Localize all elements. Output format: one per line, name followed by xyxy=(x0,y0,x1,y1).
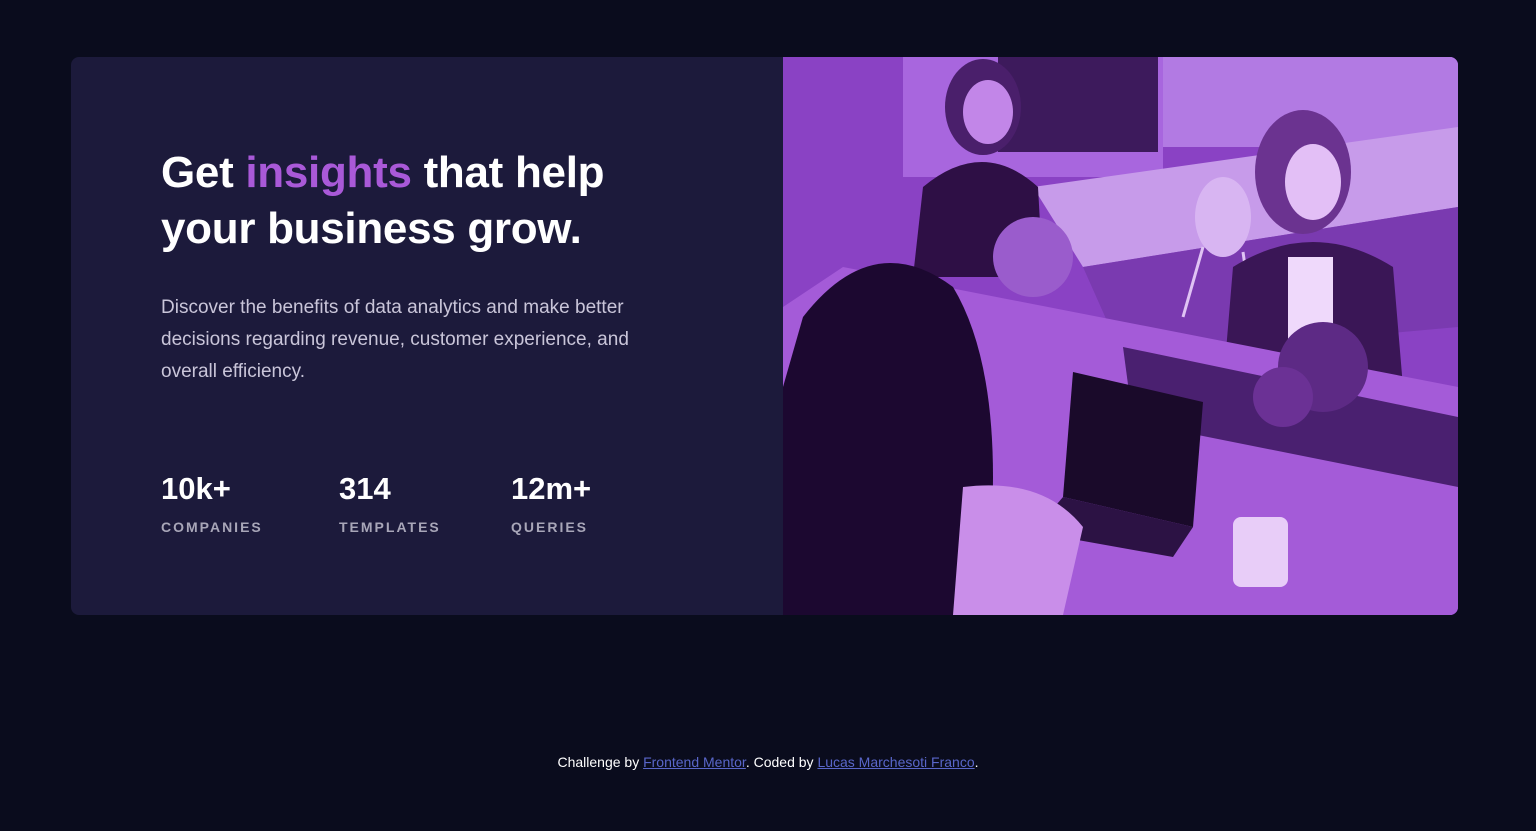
stat-queries: 12m+ QUERIES xyxy=(511,471,661,535)
hero-content: Get insights that help your business gro… xyxy=(71,57,783,615)
footer-middle: . Coded by xyxy=(745,754,818,770)
stats-row: 10k+ COMPANIES 314 TEMPLATES 12m+ QUERIE… xyxy=(161,471,661,535)
stat-companies: 10k+ COMPANIES xyxy=(161,471,339,535)
footer-suffix: . xyxy=(974,754,979,770)
hero-card: Get insights that help your business gro… xyxy=(71,57,1458,615)
stat-templates: 314 TEMPLATES xyxy=(339,471,511,535)
stat-label: QUERIES xyxy=(511,519,589,535)
stat-label: TEMPLATES xyxy=(339,519,441,535)
stat-value: 12m+ xyxy=(511,471,592,506)
footer-prefix: Challenge by xyxy=(557,754,644,770)
author-link[interactable]: Lucas Marchesoti Franco xyxy=(817,754,974,770)
stat-value: 10k+ xyxy=(161,471,231,506)
hero-description: Discover the benefits of data analytics … xyxy=(161,297,629,382)
frontend-mentor-link[interactable]: Frontend Mentor xyxy=(643,754,746,770)
hero-image xyxy=(783,57,1458,615)
stat-label: COMPANIES xyxy=(161,519,263,535)
headline-pre: Get xyxy=(161,148,246,197)
stat-value: 314 xyxy=(339,471,391,506)
footer-attribution: Challenge by Frontend Mentor. Coded by L… xyxy=(0,754,1536,770)
office-illustration xyxy=(783,57,1458,615)
headline-accent: insights xyxy=(245,148,412,197)
headline: Get insights that help your business gro… xyxy=(161,145,681,257)
